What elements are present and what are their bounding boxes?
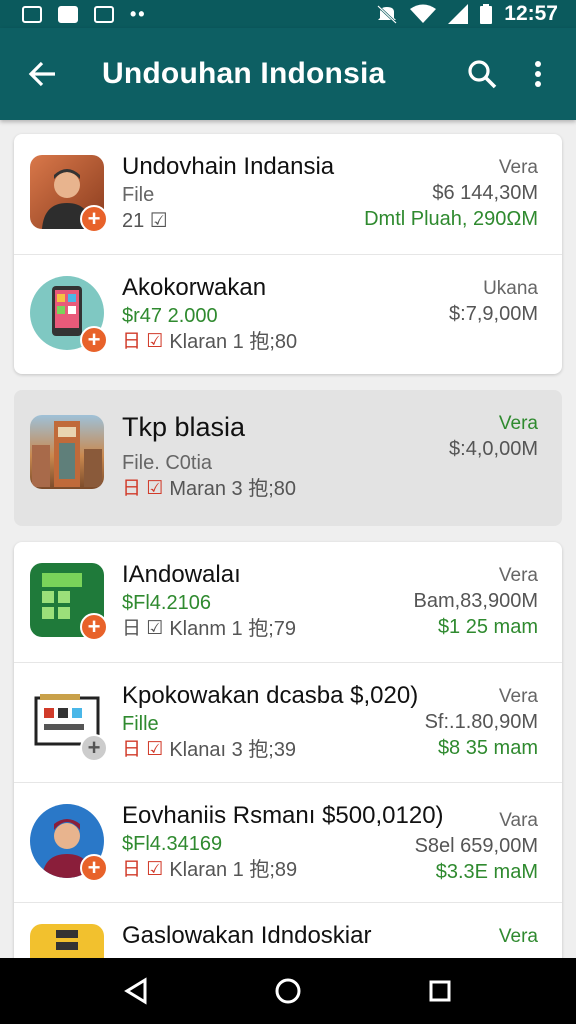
item-price: S8el 659,00M xyxy=(414,835,538,857)
item-label: Vera xyxy=(498,926,538,947)
item-price-block: Ukana $:7,9,00M xyxy=(449,277,538,327)
item-label: Vera xyxy=(498,157,538,178)
back-button[interactable] xyxy=(12,44,72,104)
system-nav-bar xyxy=(0,958,576,1024)
app-icon: + xyxy=(30,563,108,641)
list-item[interactable]: + Akokorwakan $r47 2.000 日 ☑ Klaran 1 抱;8… xyxy=(14,254,562,374)
more-vert-icon xyxy=(535,61,541,87)
clock: 12:57 xyxy=(504,2,558,25)
nav-recents-button[interactable] xyxy=(410,966,470,1016)
item-price-block: Vera $6 144,30M Dmtl Pluah, 290ΩM xyxy=(364,156,538,232)
item-meta: 日 ☑ Klaran 1 抱;80 xyxy=(122,329,538,355)
nav-back-icon xyxy=(124,977,147,1005)
add-badge-icon: + xyxy=(80,205,108,233)
flag-icon: 日 ☑ xyxy=(122,331,164,352)
list-item[interactable]: + Eovhaniis Rsmanı $500,0120) $Fl4.34169… xyxy=(14,782,562,902)
nav-home-button[interactable] xyxy=(258,966,318,1016)
list-card-selected: Tkp blasia File. C0tia 日 ☑ Maran 3 抱;80 V… xyxy=(14,390,562,526)
add-badge-icon: + xyxy=(80,326,108,354)
app-icon: + xyxy=(30,276,108,354)
item-meta-text: Maran 3 抱;80 xyxy=(169,478,297,500)
item-meta-text: Klaran 1 抱;80 xyxy=(169,331,298,353)
page-title: Undouhan Indonsia xyxy=(102,57,386,90)
battery-icon xyxy=(480,4,493,24)
flag-icon: 日 ☑ xyxy=(122,618,164,639)
item-label: Vera xyxy=(498,686,538,707)
list-item[interactable]: Gaslowakan Idndoskiar Vera xyxy=(14,902,562,958)
search-button[interactable] xyxy=(454,46,510,102)
list-item[interactable]: + IAndowalaı $Fl4.2106 日 ☑ Klanm 1 抱;79 V… xyxy=(14,542,562,662)
item-price: Bam,83,900M xyxy=(413,590,538,612)
flag-icon: 日 ☑ xyxy=(122,859,164,880)
app-bar: Undouhan Indonsia xyxy=(0,28,576,120)
item-meta: 日 ☑ Maran 3 抱;80 xyxy=(122,476,538,502)
item-status: $8 35 mam xyxy=(437,737,538,759)
mute-icon xyxy=(377,5,398,24)
download-list: + Undovhain Indansia File 21 ☑ Vera $6 1… xyxy=(0,120,576,958)
signal-icon xyxy=(448,4,469,24)
flag-icon: 日 ☑ xyxy=(122,478,164,499)
add-badge-icon: + xyxy=(80,854,108,882)
item-price-block: Vera $:4,0,00M xyxy=(449,412,538,462)
item-label: Ukana xyxy=(483,278,538,299)
nav-back-button[interactable] xyxy=(106,966,166,1016)
list-card: + IAndowalaı $Fl4.2106 日 ☑ Klanm 1 抱;79 V… xyxy=(14,542,562,958)
item-price-block: Vera xyxy=(499,925,538,949)
more-options-button[interactable] xyxy=(510,46,566,102)
flag-icon: 日 ☑ xyxy=(122,739,164,760)
clipboard-notification-icon xyxy=(58,5,78,23)
item-status: $1 25 mam xyxy=(437,616,538,638)
status-bar: •• 12:57 xyxy=(0,0,576,28)
avatar: + xyxy=(30,155,108,233)
nav-home-icon xyxy=(275,978,301,1004)
photo-notification-icon xyxy=(94,5,114,23)
archive-icon xyxy=(56,930,78,950)
item-info: Gaslowakan Idndoskiar xyxy=(122,921,538,951)
list-item[interactable]: + Undovhain Indansia File 21 ☑ Vera $6 1… xyxy=(14,134,562,254)
list-item[interactable]: Tkp blasia File. C0tia 日 ☑ Maran 3 抱;80 V… xyxy=(14,390,562,526)
building-icon xyxy=(32,421,102,487)
thumbnail xyxy=(30,415,104,489)
item-price: Sf:.1.80,90M xyxy=(424,711,538,733)
item-title: Gaslowakan Idndoskiar xyxy=(122,922,372,949)
add-badge-icon: + xyxy=(80,734,108,762)
item-price-block: Vera Sf:.1.80,90M $8 35 mam xyxy=(425,685,538,761)
item-label: Vara xyxy=(499,810,538,831)
avatar: + xyxy=(30,804,108,882)
add-badge-icon: + xyxy=(80,613,108,641)
item-price: $:7,9,00M xyxy=(449,303,538,325)
list-card: + Undovhain Indansia File 21 ☑ Vera $6 1… xyxy=(14,134,562,374)
item-status: Dmtl Pluah, 290ΩM xyxy=(364,208,538,230)
item-price: $6 144,30M xyxy=(432,182,538,204)
wifi-icon xyxy=(410,4,437,23)
item-price: $:4,0,00M xyxy=(449,438,538,460)
nav-recents-icon xyxy=(429,980,451,1002)
thumbnail: + xyxy=(30,684,108,762)
item-label: Vera xyxy=(498,565,538,586)
item-price-block: Vara S8el 659,00M $3.3E maM xyxy=(415,809,538,885)
more-notifications-icon: •• xyxy=(130,4,147,24)
item-price-block: Vera Bam,83,900M $1 25 mam xyxy=(413,564,538,640)
app-icon xyxy=(30,924,104,958)
back-arrow-icon xyxy=(28,61,55,87)
item-status: $3.3E maM xyxy=(435,861,538,883)
list-item[interactable]: + Kpokowakan dcasba $,020) Fille 日 ☑ Klan… xyxy=(14,662,562,782)
item-meta-text: Klaran 1 抱;89 xyxy=(169,859,298,881)
item-meta-text: Klanaı 3 抱;39 xyxy=(169,739,297,761)
item-label: Vera xyxy=(498,413,538,434)
search-icon xyxy=(468,60,497,89)
image-notification-icon xyxy=(22,5,42,23)
item-meta-text: Klanm 1 抱;79 xyxy=(169,618,297,640)
item-meta-text: 21 ☑ xyxy=(122,210,168,232)
